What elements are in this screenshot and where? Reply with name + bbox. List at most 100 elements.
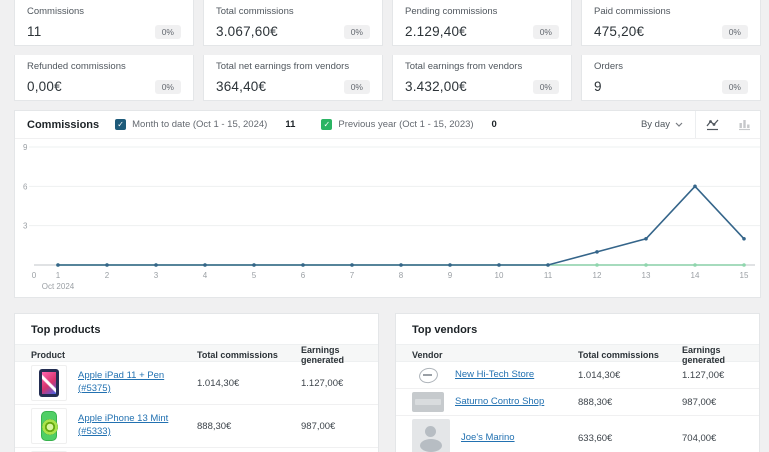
bar-chart-toggle-button[interactable] bbox=[728, 111, 760, 138]
chart-controls: By day bbox=[629, 111, 760, 138]
earnings-generated-value: 987,00€ bbox=[301, 421, 368, 432]
stat-label: Total earnings from vendors bbox=[405, 61, 559, 72]
name-cell: Adidas shirt t.0 . (#5049) bbox=[31, 448, 197, 452]
stat-card[interactable]: Total earnings from vendors 3.432,00€ 0% bbox=[392, 55, 572, 101]
svg-text:11: 11 bbox=[544, 271, 553, 280]
stat-value-row: 475,20€ 0% bbox=[594, 24, 748, 39]
stat-card[interactable]: Pending commissions2.129,40€0% bbox=[392, 0, 572, 46]
table-column-header: Earnings generated bbox=[682, 345, 749, 365]
stat-value-row: 0,00€ 0% bbox=[27, 79, 181, 94]
stat-change-badge: 0% bbox=[722, 25, 748, 39]
stat-change-badge: 0% bbox=[533, 80, 559, 94]
name-cell: Joe's Marino bbox=[412, 416, 578, 452]
commissions-line-chart[interactable]: 3690123456789101112131415Oct 2024 bbox=[15, 139, 760, 297]
stat-label: Refunded commissions bbox=[27, 61, 181, 72]
earnings-generated-value: 1.127,00€ bbox=[301, 378, 368, 389]
svg-text:9: 9 bbox=[448, 271, 453, 280]
stat-card[interactable]: Orders 90% bbox=[581, 55, 761, 101]
name-cell: Apple iPad 11 + Pen (#5375) bbox=[31, 362, 197, 404]
name-cell: Saturno Contro Shop bbox=[412, 389, 578, 415]
stat-value-row: 3.432,00€ 0% bbox=[405, 79, 559, 94]
table-row: New Hi-Tech Store 1.014,30€1.127,00€ bbox=[396, 362, 759, 389]
legend-count: 0 bbox=[492, 119, 497, 130]
svg-text:9: 9 bbox=[23, 143, 28, 152]
legend-label: Previous year (Oct 1 - 15, 2023) bbox=[338, 119, 473, 130]
stat-value: 3.432,00€ bbox=[405, 79, 467, 94]
interval-label: By day bbox=[641, 119, 670, 130]
stat-value: 3.067,60€ bbox=[216, 24, 278, 39]
chart-legend: ✓Month to date (Oct 1 - 15, 2024)11✓Prev… bbox=[115, 119, 523, 130]
chevron-down-icon bbox=[675, 122, 683, 127]
stat-value: 364,40€ bbox=[216, 79, 266, 94]
svg-text:6: 6 bbox=[23, 182, 28, 191]
stat-change-badge: 0% bbox=[344, 25, 370, 39]
table-header-row: ProductTotal commissionsEarnings generat… bbox=[15, 344, 378, 362]
stat-value-row: 364,40€ 0% bbox=[216, 79, 370, 94]
svg-text:10: 10 bbox=[495, 271, 504, 280]
row-link[interactable]: New Hi-Tech Store bbox=[455, 369, 534, 382]
chart-legend-item[interactable]: ✓Month to date (Oct 1 - 15, 2024)11 bbox=[115, 119, 295, 130]
panel-title: Top products bbox=[15, 314, 378, 344]
total-commissions-value: 888,30€ bbox=[197, 421, 301, 432]
table-row: Apple iPhone 13 Mint (#5333)888,30€987,0… bbox=[15, 405, 378, 448]
stat-change-badge: 0% bbox=[155, 25, 181, 39]
earnings-generated-value: 1.127,00€ bbox=[682, 370, 749, 381]
stat-label: Paid commissions bbox=[594, 6, 748, 17]
stat-card[interactable]: Paid commissions 475,20€ 0% bbox=[581, 0, 761, 46]
panel-title: Top vendors bbox=[396, 314, 759, 344]
line-chart-toggle-button[interactable] bbox=[696, 111, 728, 138]
stat-value: 2.129,40€ bbox=[405, 24, 467, 39]
row-link[interactable]: Joe's Marino bbox=[461, 432, 515, 445]
stat-card[interactable]: Total net earnings from vendors 364,40€ 0% bbox=[203, 55, 383, 101]
commissions-line-chart-svg: 3690123456789101112131415Oct 2024 bbox=[15, 139, 760, 292]
chart-header: Commissions ✓Month to date (Oct 1 - 15, … bbox=[15, 111, 760, 139]
earnings-generated-value: 704,00€ bbox=[682, 433, 749, 444]
top-products-panel: Top productsProductTotal commissionsEarn… bbox=[14, 313, 379, 452]
svg-text:14: 14 bbox=[691, 271, 700, 280]
earnings-generated-value: 987,00€ bbox=[682, 397, 749, 408]
svg-text:13: 13 bbox=[642, 271, 651, 280]
table-row: Saturno Contro Shop 888,30€987,00€ bbox=[396, 389, 759, 416]
svg-text:12: 12 bbox=[593, 271, 602, 280]
legend-label: Month to date (Oct 1 - 15, 2024) bbox=[132, 119, 267, 130]
svg-text:3: 3 bbox=[154, 271, 159, 280]
name-cell: Apple iPhone 13 Mint (#5333) bbox=[31, 405, 197, 447]
ipad-product-image bbox=[31, 365, 67, 401]
table-column-header: Earnings generated bbox=[301, 345, 368, 365]
stat-card[interactable]: Commissions110% bbox=[14, 0, 194, 46]
stat-value-row: 3.067,60€ 0% bbox=[216, 24, 370, 39]
iphone-product-image bbox=[31, 408, 67, 444]
saturno-shop-logo bbox=[412, 392, 444, 412]
stat-change-badge: 0% bbox=[155, 80, 181, 94]
avatar-placeholder bbox=[412, 419, 450, 452]
svg-text:3: 3 bbox=[23, 222, 28, 231]
row-link[interactable]: Apple iPad 11 + Pen (#5375) bbox=[78, 370, 196, 396]
table-column-header: Total commissions bbox=[197, 350, 301, 360]
leaderboards-row: Top productsProductTotal commissionsEarn… bbox=[14, 313, 761, 452]
stat-value-row: 110% bbox=[27, 24, 181, 39]
chart-legend-item[interactable]: ✓Previous year (Oct 1 - 15, 2023)0 bbox=[321, 119, 496, 130]
stat-card[interactable]: Total commissions3.067,60€0% bbox=[203, 0, 383, 46]
stat-label: Total net earnings from vendors bbox=[216, 61, 370, 72]
commissions-chart-panel: Commissions ✓Month to date (Oct 1 - 15, … bbox=[14, 110, 761, 298]
svg-text:7: 7 bbox=[350, 271, 355, 280]
stat-card[interactable]: Refunded commissions 0,00€ 0% bbox=[14, 55, 194, 101]
interval-dropdown[interactable]: By day bbox=[629, 111, 695, 138]
stat-value: 0,00€ bbox=[27, 79, 62, 94]
total-commissions-value: 888,30€ bbox=[578, 397, 682, 408]
table-row: Apple iPad 11 + Pen (#5375)1.014,30€1.12… bbox=[15, 362, 378, 405]
table-column-header: Product bbox=[31, 350, 197, 360]
hi-tech-store-logo bbox=[412, 365, 444, 385]
stat-value: 475,20€ bbox=[594, 24, 644, 39]
stat-change-badge: 0% bbox=[344, 80, 370, 94]
row-link[interactable]: Apple iPhone 13 Mint (#5333) bbox=[78, 413, 196, 439]
total-commissions-value: 1.014,30€ bbox=[578, 370, 682, 381]
svg-text:15: 15 bbox=[740, 271, 749, 280]
row-link[interactable]: Saturno Contro Shop bbox=[455, 396, 544, 409]
total-commissions-value: 1.014,30€ bbox=[197, 378, 301, 389]
checkbox-checked-icon: ✓ bbox=[115, 119, 126, 130]
stat-label: Orders bbox=[594, 61, 748, 72]
table-row: Adidas shirt t.0 . (#5049) bbox=[15, 448, 378, 452]
stat-change-badge: 0% bbox=[533, 25, 559, 39]
stat-value-row: 90% bbox=[594, 79, 748, 94]
